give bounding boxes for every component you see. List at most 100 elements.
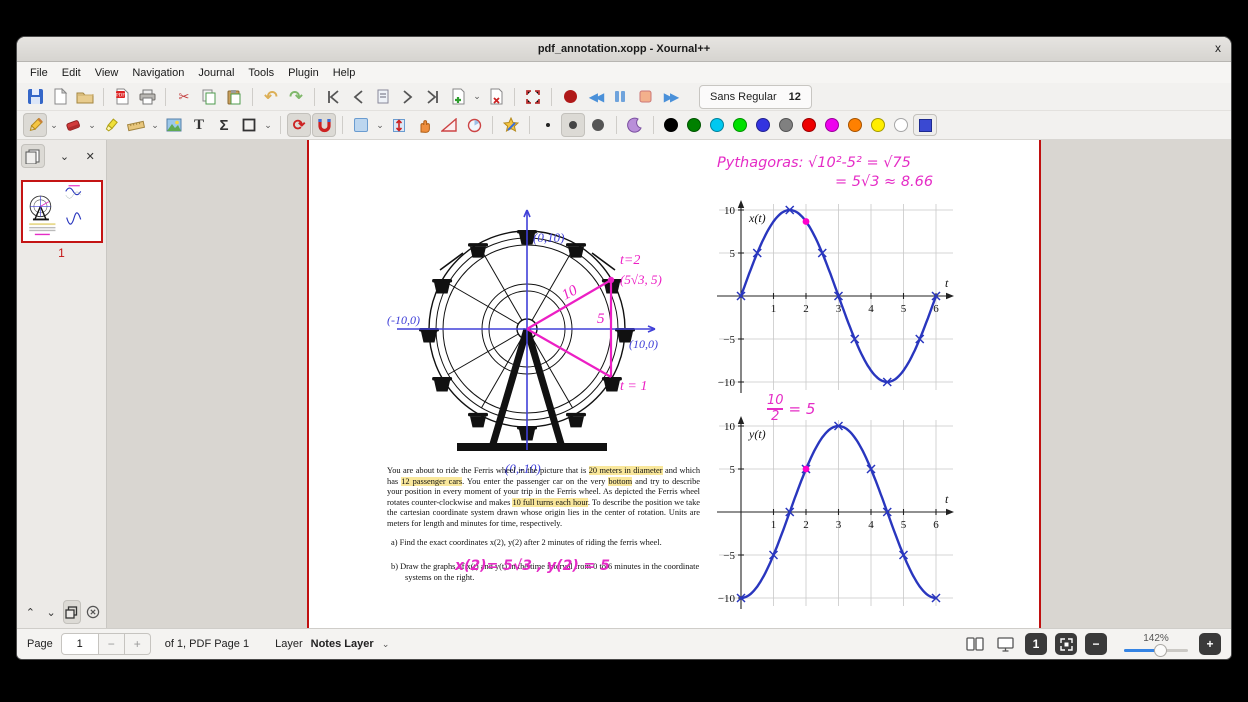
svg-text:−10: −10 — [718, 593, 736, 605]
document-canvas[interactable]: Pythagoras: √10²-5² = √75 = 5√3 ≈ 8.66 1… — [107, 140, 1231, 628]
menu-navigation[interactable]: Navigation — [127, 65, 189, 81]
previous-page-icon[interactable] — [346, 85, 370, 109]
color-swatch-black[interactable] — [664, 118, 678, 132]
vertical-space-button[interactable] — [387, 113, 411, 137]
font-button[interactable]: Sans Regular 12 — [699, 84, 812, 109]
thickness-thick-button[interactable] — [586, 113, 610, 137]
thickness-fine-button[interactable] — [536, 113, 560, 137]
goto-page-button[interactable] — [371, 85, 395, 109]
fullscreen-icon[interactable] — [521, 85, 545, 109]
image-tool-button[interactable] — [162, 113, 186, 137]
question-item-a: a) Find the exact coordinates x(2), y(2)… — [391, 537, 662, 547]
menu-view[interactable]: View — [90, 65, 124, 81]
save-button[interactable] — [23, 85, 47, 109]
ruler-tool-button[interactable] — [124, 113, 148, 137]
zoom-out-button[interactable]: − — [1085, 633, 1107, 655]
dual-page-view-icon[interactable] — [963, 633, 987, 655]
rewind-icon[interactable]: ◀◀ — [583, 85, 607, 109]
next-page-icon[interactable] — [396, 85, 420, 109]
svg-text:5: 5 — [901, 519, 907, 531]
color-swatch-blue[interactable] — [756, 118, 770, 132]
sidebar-dropdown-icon[interactable]: ⌄ — [53, 144, 77, 168]
print-button[interactable] — [135, 85, 159, 109]
menu-journal[interactable]: Journal — [193, 65, 239, 81]
color-swatch-magenta[interactable] — [825, 118, 839, 132]
stop-icon[interactable] — [633, 85, 657, 109]
window-title: pdf_annotation.xopp - Xournal++ — [537, 43, 711, 55]
scroll-down-icon[interactable]: ⌄ — [42, 600, 61, 624]
pdf-page[interactable]: Pythagoras: √10²-5² = √75 = 5√3 ≈ 8.66 1… — [307, 140, 1041, 628]
page-minus-button[interactable]: − — [98, 633, 125, 655]
sidebar-close-icon[interactable]: ✕ — [78, 144, 102, 168]
shape-dropdown-icon[interactable]: ⌄ — [262, 120, 274, 131]
copy-icon[interactable] — [197, 85, 221, 109]
color-swatch-white[interactable] — [894, 118, 908, 132]
first-page-icon[interactable] — [321, 85, 345, 109]
setsquare-tool-button[interactable] — [437, 113, 461, 137]
graph-y-of-t: 1 2 3 4 5 6 10 5 −5 −10 y(t) t — [717, 416, 954, 609]
preview-pages-icon[interactable] — [21, 144, 45, 168]
text-tool-button[interactable]: T — [187, 113, 211, 137]
close-icon[interactable]: x — [1215, 41, 1221, 55]
select-dropdown-icon[interactable]: ⌄ — [374, 120, 386, 131]
zoom-in-button[interactable]: + — [1199, 633, 1221, 655]
compass-tool-button[interactable] — [462, 113, 486, 137]
menu-tools[interactable]: Tools — [243, 65, 279, 81]
menu-edit[interactable]: Edit — [57, 65, 86, 81]
menu-file[interactable]: File — [25, 65, 53, 81]
zoom-slider[interactable] — [1124, 643, 1188, 657]
highlighter-tool-button[interactable] — [99, 113, 123, 137]
color-swatch-lightgreen[interactable] — [733, 118, 747, 132]
new-page-dropdown-icon[interactable]: ⌄ — [471, 91, 483, 102]
select-rectangle-button[interactable] — [349, 113, 373, 137]
fast-forward-icon[interactable]: ▶▶ — [658, 85, 682, 109]
color-swatch-yellow[interactable] — [871, 118, 885, 132]
delete-page-button[interactable] — [484, 85, 508, 109]
paste-icon[interactable] — [222, 85, 246, 109]
thickness-medium-button[interactable] — [561, 113, 585, 137]
color-picker-button[interactable] — [913, 114, 937, 136]
eraser-dropdown-icon[interactable]: ⌄ — [86, 120, 98, 131]
last-page-icon[interactable] — [421, 85, 445, 109]
layer-dropdown-icon[interactable]: ⌄ — [380, 639, 392, 650]
shape-tool-button[interactable] — [237, 113, 261, 137]
menu-plugin[interactable]: Plugin — [283, 65, 324, 81]
color-swatch-lightblue[interactable] — [710, 118, 724, 132]
ruler-dropdown-icon[interactable]: ⌄ — [149, 120, 161, 131]
close-circle-icon[interactable] — [83, 600, 102, 624]
presentation-mode-icon[interactable] — [993, 633, 1017, 655]
shape-recognizer-button[interactable] — [499, 113, 523, 137]
scroll-up-icon[interactable]: ⌃ — [21, 600, 40, 624]
new-document-button[interactable] — [48, 85, 72, 109]
math-tex-tool-button[interactable]: Σ — [212, 113, 236, 137]
pen-tool-button[interactable] — [23, 113, 47, 137]
layer-selector[interactable]: Notes Layer — [311, 638, 374, 650]
cut-icon[interactable]: ✂ — [172, 85, 196, 109]
export-pdf-button[interactable]: PDF — [110, 85, 134, 109]
open-button[interactable] — [73, 85, 97, 109]
color-swatch-gray[interactable] — [779, 118, 793, 132]
page-plus-button[interactable]: + — [124, 633, 151, 655]
color-swatch-red[interactable] — [802, 118, 816, 132]
hand-tool-button[interactable] — [412, 113, 436, 137]
rotation-snap-icon[interactable]: ⟳ — [287, 113, 311, 137]
redo-icon[interactable]: ↷ — [284, 85, 308, 109]
record-icon[interactable] — [558, 85, 582, 109]
duplicate-view-icon[interactable] — [62, 600, 82, 624]
pen-dropdown-icon[interactable]: ⌄ — [48, 120, 60, 131]
eraser-tool-button[interactable] — [61, 113, 85, 137]
fill-color-moon-icon[interactable] — [623, 113, 647, 137]
color-swatch-orange[interactable] — [848, 118, 862, 132]
pause-icon[interactable] — [608, 85, 632, 109]
undo-icon[interactable]: ↶ — [259, 85, 283, 109]
ferris-wheel-figure: (0,10) (-10,0) (10,0) (0,-10) t=2 (5√3, … — [387, 209, 662, 476]
new-page-after-button[interactable] — [446, 85, 470, 109]
page-number-input[interactable] — [60, 633, 99, 655]
menu-bar: File Edit View Navigation Journal Tools … — [17, 62, 1231, 83]
color-swatch-green[interactable] — [687, 118, 701, 132]
page-thumbnail[interactable]: 1 — [20, 180, 103, 260]
grid-snap-magnet-icon[interactable] — [312, 113, 336, 137]
zoom-fit-button[interactable] — [1055, 633, 1077, 655]
zoom-100-button[interactable]: 1 — [1025, 633, 1047, 655]
menu-help[interactable]: Help — [328, 65, 361, 81]
